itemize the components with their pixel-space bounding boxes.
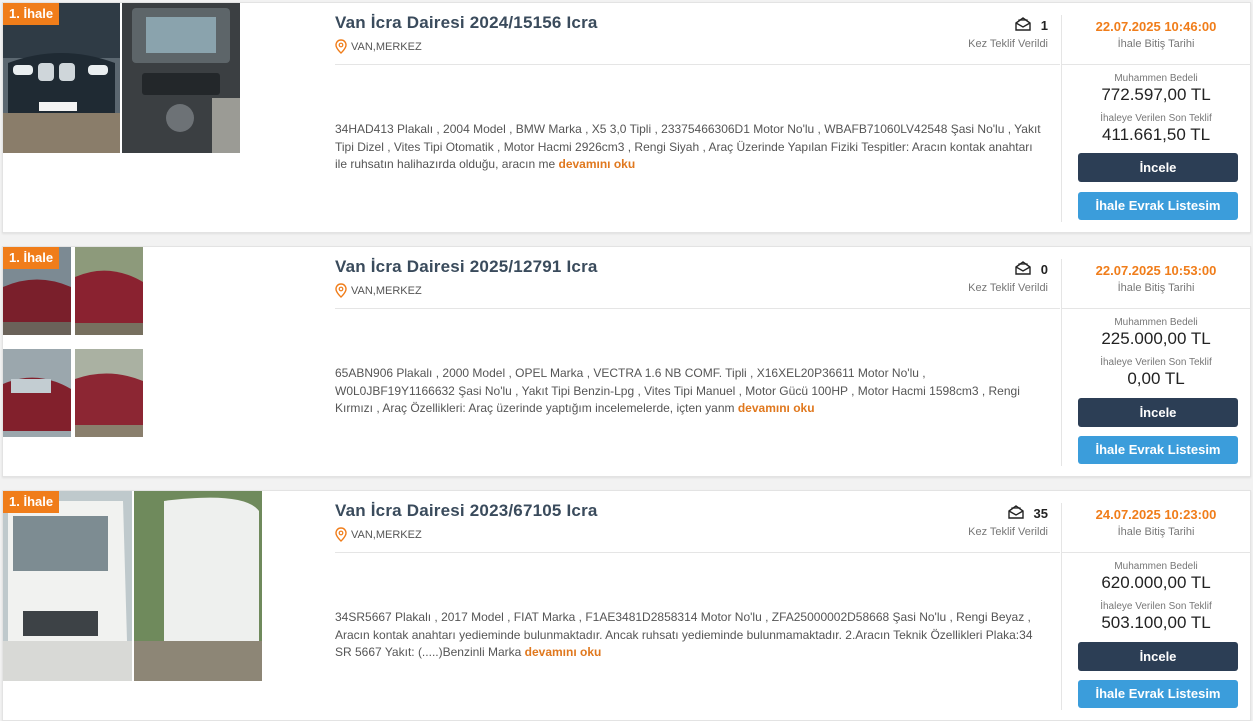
vehicle-photo[interactable] [3,3,120,153]
listing-main: Van İcra Dairesi 2025/12791 Icra VAN,MER… [335,247,1060,476]
envelope-open-icon [1015,17,1031,34]
listing-title[interactable]: Van İcra Dairesi 2023/67105 Icra [335,501,598,521]
map-pin-icon [335,39,347,54]
end-date-label: İhale Bitiş Tarihi [1117,282,1195,294]
listing-description: 34SR5667 Plakalı , 2017 Model , FIAT Mar… [335,609,1045,662]
location-text: VAN,MERKEZ [351,40,422,53]
end-date: 22.07.2025 10:53:00 [1095,263,1217,278]
end-date: 22.07.2025 10:46:00 [1095,19,1217,34]
auction-documents-button[interactable]: İhale Evrak Listesim [1078,436,1238,464]
auction-documents-button[interactable]: İhale Evrak Listesim [1078,680,1238,708]
offer-count-block: 0 Kez Teklif Verildi [968,261,1048,294]
listing-card: 1. İhale Van İcra Dairesi 2023/67105 Icr… [2,490,1251,721]
photo-gallery[interactable]: 1. İhale [3,491,323,720]
offer-count: 35 [1033,506,1048,521]
inspect-button[interactable]: İncele [1078,642,1238,671]
divider [335,64,1060,65]
vehicle-photo[interactable] [134,491,262,681]
last-offer-label: İhaleye Verilen Son Teklif [1100,357,1212,368]
inspect-button[interactable]: İncele [1078,153,1238,182]
last-offer-value: 0,00 TL [1127,369,1185,388]
listing-main: Van İcra Dairesi 2023/67105 Icra VAN,MER… [335,491,1060,720]
offer-count: 0 [1040,262,1048,277]
estimated-value: 620.000,00 TL [1101,573,1211,592]
auction-round-badge: 1. İhale [3,247,60,269]
vehicle-photo[interactable] [122,3,240,153]
end-date: 24.07.2025 10:23:00 [1095,507,1217,522]
read-more-link[interactable]: devamını oku [738,401,815,415]
offer-count-label: Kez Teklif Verildi [968,282,1048,294]
map-pin-icon [335,527,347,542]
map-pin-icon [335,283,347,298]
divider [1061,308,1251,309]
end-date-label: İhale Bitiş Tarihi [1117,526,1195,538]
offer-count-block: 35 Kez Teklif Verildi [968,505,1048,538]
end-date-label: İhale Bitiş Tarihi [1117,38,1195,50]
vehicle-photo[interactable] [75,247,143,335]
vehicle-photo[interactable] [3,349,71,437]
offer-count: 1 [1040,18,1048,33]
vehicle-photo[interactable] [3,491,132,681]
location: VAN,MERKEZ [335,527,422,542]
description-text: 34SR5667 Plakalı , 2017 Model , FIAT Mar… [335,610,1033,659]
estimated-value-label: Muhammen Bedeli [1114,73,1198,84]
vehicle-photo[interactable] [75,349,143,437]
read-more-link[interactable]: devamını oku [525,645,602,659]
listing-description: 34HAD413 Plakalı , 2004 Model , BMW Mark… [335,121,1045,174]
photo-gallery[interactable]: 1. İhale [3,3,323,232]
listing-title[interactable]: Van İcra Dairesi 2024/15156 Icra [335,13,598,33]
estimated-value: 225.000,00 TL [1101,329,1211,348]
listing-sidebar: 22.07.2025 10:53:00 İhale Bitiş Tarihi M… [1061,247,1251,476]
last-offer-label: İhaleye Verilen Son Teklif [1100,601,1212,612]
photo-gallery[interactable]: 1. İhale [3,247,323,476]
offer-count-label: Kez Teklif Verildi [968,38,1048,50]
last-offer-label: İhaleye Verilen Son Teklif [1100,113,1212,124]
auction-round-badge: 1. İhale [3,3,60,25]
listing-description: 65ABN906 Plakalı , 2000 Model , OPEL Mar… [335,365,1045,418]
offer-count-label: Kez Teklif Verildi [968,526,1048,538]
location-text: VAN,MERKEZ [351,284,422,297]
listing-sidebar: 22.07.2025 10:46:00 İhale Bitiş Tarihi M… [1061,3,1251,232]
location: VAN,MERKEZ [335,283,422,298]
inspect-button[interactable]: İncele [1078,398,1238,427]
last-offer-value: 411.661,50 TL [1101,125,1211,144]
location: VAN,MERKEZ [335,39,422,54]
divider [1061,552,1251,553]
listing-card: 1. İhale Van İcra Dairesi 2025/12791 Icr… [2,246,1251,477]
envelope-open-icon [1015,261,1031,278]
location-text: VAN,MERKEZ [351,528,422,541]
auction-round-badge: 1. İhale [3,491,60,513]
divider [1061,64,1251,65]
estimated-value: 772.597,00 TL [1101,85,1211,104]
offer-count-block: 1 Kez Teklif Verildi [968,17,1048,50]
estimated-value-label: Muhammen Bedeli [1114,317,1198,328]
listing-main: Van İcra Dairesi 2024/15156 Icra VAN,MER… [335,3,1060,232]
envelope-open-icon [1007,505,1024,522]
estimated-value-label: Muhammen Bedeli [1114,561,1198,572]
divider [335,552,1060,553]
last-offer-value: 503.100,00 TL [1101,613,1211,632]
listing-title[interactable]: Van İcra Dairesi 2025/12791 Icra [335,257,598,277]
divider [335,308,1060,309]
read-more-link[interactable]: devamını oku [558,157,635,171]
auction-documents-button[interactable]: İhale Evrak Listesim [1078,192,1238,220]
listing-card: 1. İhale Van İcra Dairesi 2024/15156 Icr… [2,2,1251,233]
description-text: 34HAD413 Plakalı , 2004 Model , BMW Mark… [335,122,1041,171]
listing-sidebar: 24.07.2025 10:23:00 İhale Bitiş Tarihi M… [1061,491,1251,720]
description-text: 65ABN906 Plakalı , 2000 Model , OPEL Mar… [335,366,1020,415]
